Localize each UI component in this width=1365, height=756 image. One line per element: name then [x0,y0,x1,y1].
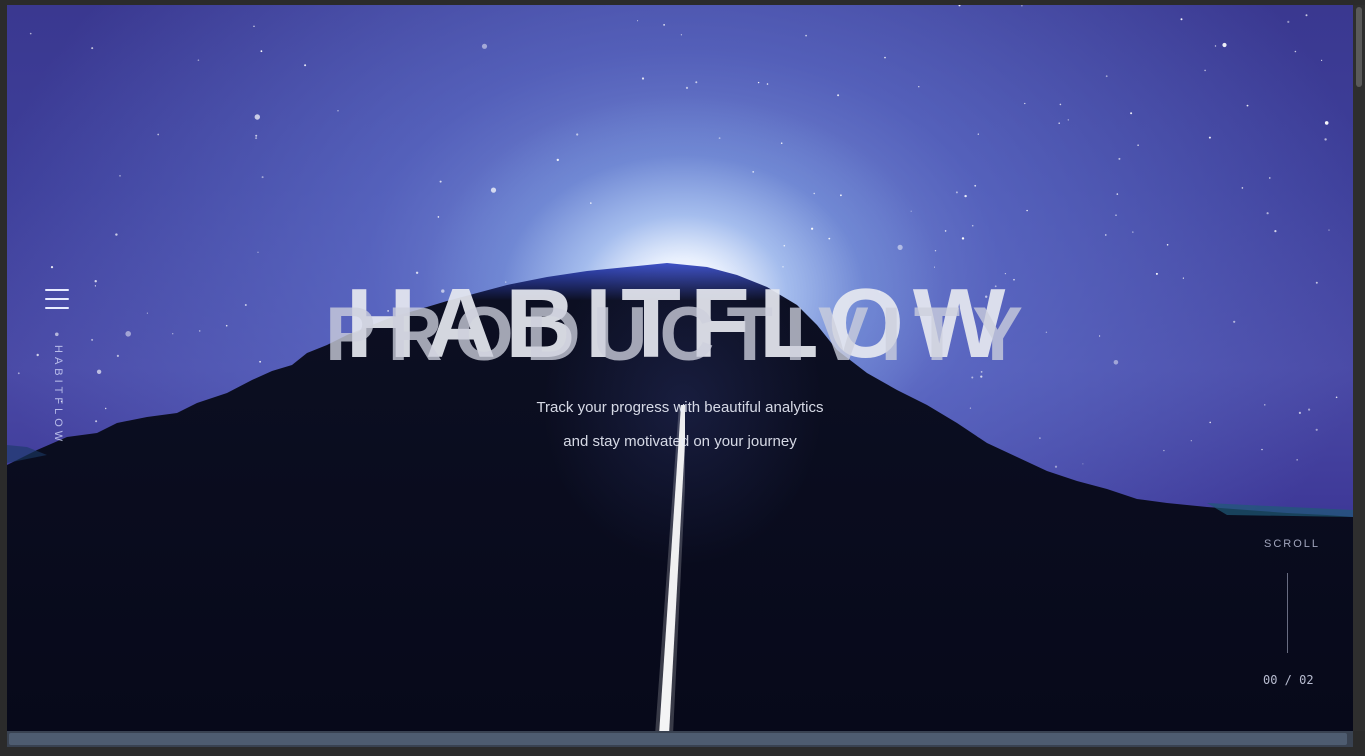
hero-title: HABITFLOW PRODUCTIVITY [7,267,1353,378]
hero-tagline: Track your progress with beautiful analy… [7,391,1353,459]
hero-title-overlay: PRODUCTIVITY [325,292,1035,377]
horizontal-scroll-thumb[interactable] [9,733,1347,745]
vertical-scroll-thumb[interactable] [1356,7,1362,87]
hero-viewport: HABITFLOW HABITFLOW PRODUCTIVITY Track y… [7,5,1353,731]
scroll-indicator-line [1287,573,1288,653]
scroll-label[interactable]: SCROLL [1264,538,1320,550]
tagline-line-1: Track your progress with beautiful analy… [536,399,824,416]
tagline-line-2: and stay motivated on your journey [563,433,797,450]
vertical-scrollbar[interactable] [1353,5,1365,731]
horizontal-scrollbar[interactable] [7,731,1353,747]
slide-counter: 00 / 02 [1263,673,1314,687]
